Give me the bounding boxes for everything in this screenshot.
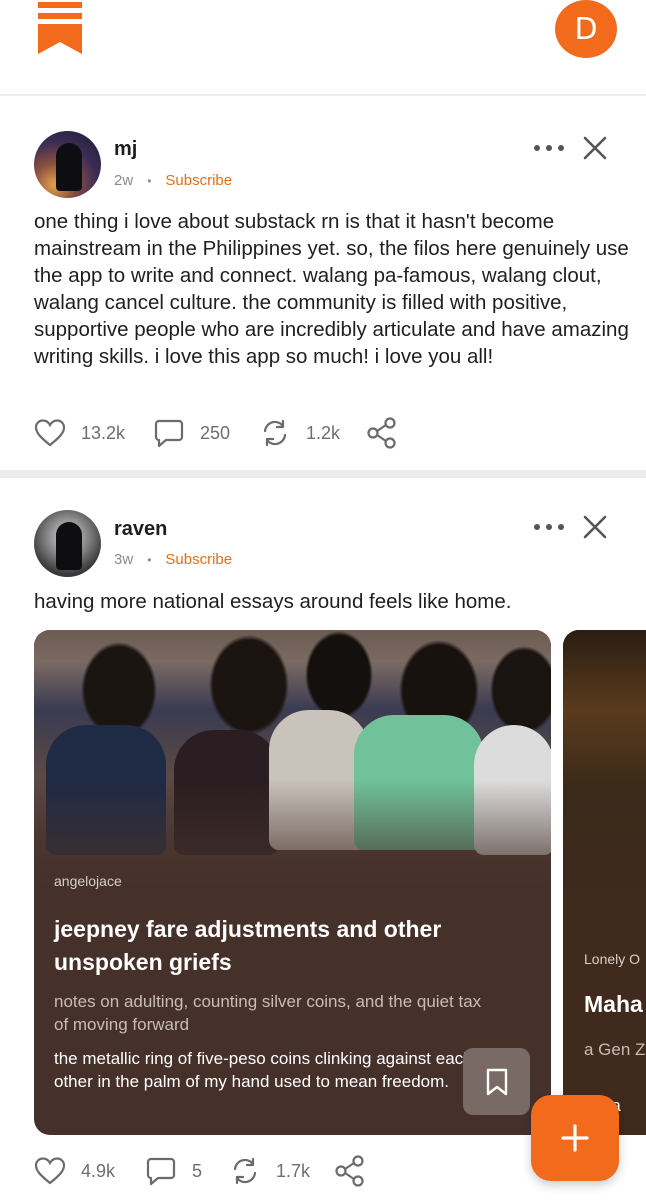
bookmark-icon [486, 1068, 507, 1095]
article-card[interactable]: Lonely O Maha a Gen Z checks! hal a [563, 630, 646, 1135]
card-subtitle: a Gen Z checks! [584, 1040, 646, 1059]
author-avatar[interactable] [34, 510, 101, 577]
meta-separator: • [147, 552, 152, 567]
comment-icon [154, 419, 184, 448]
meta-separator: • [147, 173, 152, 188]
post-age: 3w [114, 551, 134, 568]
comment-count: 250 [200, 422, 231, 443]
post-body: having more national essays around feels… [34, 590, 512, 613]
substack-logo-icon[interactable] [38, 2, 82, 54]
close-icon[interactable] [582, 135, 608, 161]
article-card[interactable]: angelojace jeepney fare adjustments and … [34, 630, 551, 1135]
author-avatar[interactable] [34, 131, 101, 198]
comment-count: 5 [192, 1160, 203, 1181]
more-options-icon[interactable] [534, 522, 564, 532]
comment-icon [146, 1157, 176, 1186]
comment-button[interactable]: 5 [146, 1154, 202, 1188]
author-name[interactable]: mj [114, 138, 137, 161]
card-title: Maha [584, 991, 643, 1017]
avatar-silhouette [56, 143, 82, 191]
card-publication: Lonely O [584, 951, 641, 967]
card-excerpt: the metallic ring of five-peso coins cli… [54, 1049, 473, 1091]
card-title: jeepney fare adjustments and other unspo… [54, 916, 442, 975]
restack-icon [263, 419, 287, 447]
more-options-icon[interactable] [534, 143, 564, 153]
post-meta: 3w • Subscribe [114, 551, 232, 568]
restack-icon [233, 1157, 257, 1185]
share-icon [367, 417, 396, 449]
card-publication: angelojace [54, 873, 122, 889]
card-subtitle: notes on adulting, counting silver coins… [54, 992, 482, 1034]
post-body: one thing i love about substack rn is th… [34, 210, 629, 368]
restack-button[interactable]: 1.2k [260, 416, 340, 450]
comment-button[interactable]: 250 [154, 416, 230, 450]
like-button[interactable]: 4.9k [34, 1154, 115, 1188]
close-icon[interactable] [582, 514, 608, 540]
post-card: raven 3w • Subscribe having more nationa… [0, 478, 646, 1200]
share-button[interactable] [334, 1154, 366, 1188]
restack-button[interactable]: 1.7k [230, 1154, 310, 1188]
share-button[interactable] [366, 416, 398, 450]
post-meta: 2w • Subscribe [114, 172, 232, 189]
top-bar: D [0, 0, 646, 96]
share-icon [335, 1155, 364, 1187]
compose-button[interactable] [531, 1095, 619, 1181]
plus-icon [561, 1124, 589, 1152]
subscribe-link[interactable]: Subscribe [165, 551, 232, 568]
post-actions: 13.2k 250 1.2k [34, 416, 634, 450]
like-count: 4.9k [81, 1160, 116, 1181]
restack-count: 1.2k [306, 422, 341, 443]
author-name[interactable]: raven [114, 518, 167, 541]
user-avatar[interactable]: D [555, 0, 617, 58]
post-card: mj 2w • Subscribe one thing i love about… [0, 98, 646, 470]
heart-icon [34, 419, 66, 447]
like-button[interactable]: 13.2k [34, 416, 125, 450]
feed-divider [0, 470, 646, 478]
like-count: 13.2k [81, 422, 126, 443]
post-age: 2w [114, 172, 134, 189]
bookmark-button[interactable] [463, 1048, 530, 1115]
article-image [563, 630, 646, 895]
avatar-silhouette [56, 522, 82, 570]
heart-icon [34, 1157, 66, 1185]
restack-count: 1.7k [276, 1160, 311, 1181]
subscribe-link[interactable]: Subscribe [165, 172, 232, 189]
